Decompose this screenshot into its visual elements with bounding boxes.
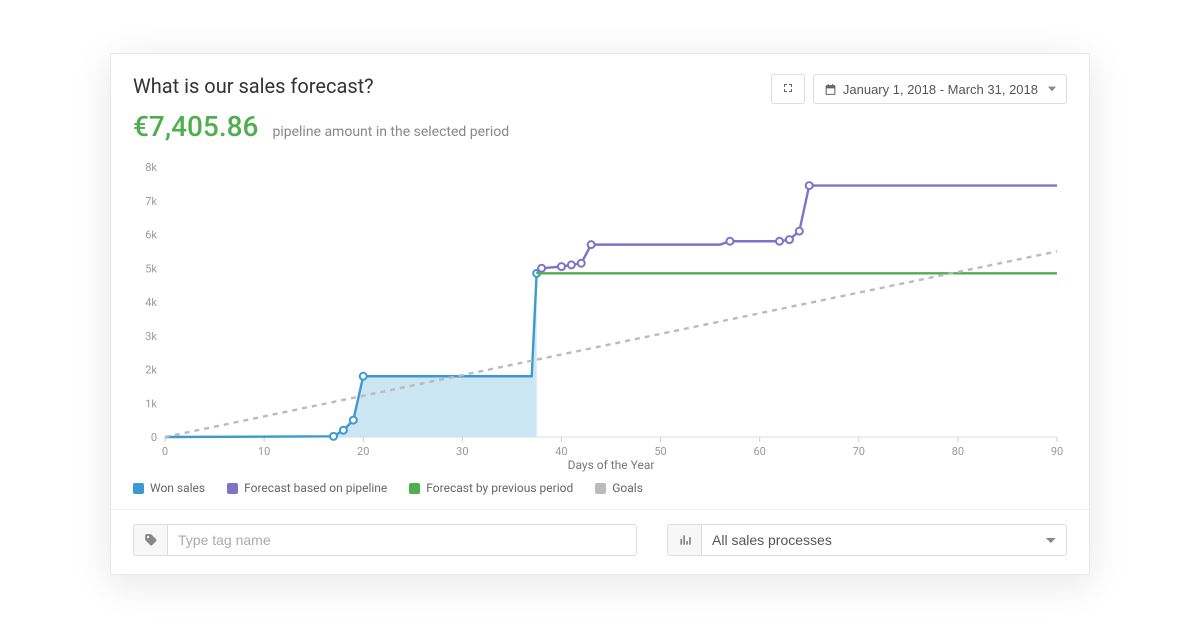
metric-label: pipeline amount in the selected period xyxy=(272,124,509,140)
metric-value: €7,405.86 xyxy=(133,110,258,143)
legend-swatch xyxy=(409,483,420,494)
chart-bars-icon xyxy=(667,524,701,556)
tag-input[interactable] xyxy=(167,524,637,556)
svg-text:40: 40 xyxy=(555,445,567,458)
tag-input-group xyxy=(133,524,637,556)
tag-icon xyxy=(133,524,167,556)
calendar-icon xyxy=(824,83,837,96)
svg-text:0: 0 xyxy=(162,445,168,458)
svg-text:10: 10 xyxy=(258,445,270,458)
metric-row: €7,405.86 pipeline amount in the selecte… xyxy=(133,110,1067,143)
svg-text:30: 30 xyxy=(456,445,468,458)
svg-text:Days of the Year: Days of the Year xyxy=(568,458,655,472)
legend-item: Goals xyxy=(595,481,643,495)
svg-text:4k: 4k xyxy=(145,296,157,309)
date-range-text: January 1, 2018 - March 31, 2018 xyxy=(843,82,1038,97)
svg-text:1k: 1k xyxy=(145,397,157,410)
svg-text:80: 80 xyxy=(952,445,964,458)
legend-swatch xyxy=(595,483,606,494)
svg-text:8k: 8k xyxy=(145,161,157,174)
forecast-chart: 0 1k 2k 3k 4k 5k 6k 7k 8k 0 10 20 30 40 50 60 70 80 90 Days… xyxy=(133,161,1067,471)
legend-label: Forecast by previous period xyxy=(426,481,573,495)
title-block: What is our sales forecast? xyxy=(133,74,374,98)
legend-swatch xyxy=(133,483,144,494)
process-select-group: All sales processes xyxy=(667,524,1067,556)
process-select[interactable]: All sales processes xyxy=(701,524,1067,556)
footer-row: All sales processes xyxy=(133,524,1067,556)
svg-text:6k: 6k xyxy=(145,229,157,242)
svg-text:3k: 3k xyxy=(145,330,157,343)
caret-down-icon xyxy=(1048,85,1056,93)
legend-swatch xyxy=(227,483,238,494)
expand-button[interactable] xyxy=(771,74,805,104)
svg-text:90: 90 xyxy=(1051,445,1063,458)
svg-text:70: 70 xyxy=(853,445,865,458)
divider xyxy=(111,509,1089,510)
legend-label: Won sales xyxy=(150,481,205,495)
svg-text:0: 0 xyxy=(151,431,157,444)
legend-item: Forecast based on pipeline xyxy=(227,481,387,495)
expand-icon xyxy=(782,82,794,97)
page-title: What is our sales forecast? xyxy=(133,74,374,98)
svg-text:20: 20 xyxy=(357,445,369,458)
svg-text:7k: 7k xyxy=(145,195,157,208)
svg-text:50: 50 xyxy=(654,445,666,458)
dashboard-card: What is our sales forecast? January 1, 2… xyxy=(110,53,1090,575)
header-row: What is our sales forecast? January 1, 2… xyxy=(133,74,1067,104)
svg-text:5k: 5k xyxy=(145,262,157,275)
legend-label: Forecast based on pipeline xyxy=(244,481,387,495)
legend-item: Won sales xyxy=(133,481,205,495)
chart-legend: Won sales Forecast based on pipeline Forec… xyxy=(133,481,1067,495)
header-controls: January 1, 2018 - March 31, 2018 xyxy=(771,74,1067,104)
legend-label: Goals xyxy=(612,481,643,495)
legend-item: Forecast by previous period xyxy=(409,481,573,495)
svg-text:2k: 2k xyxy=(145,364,157,377)
chart-area: 0 1k 2k 3k 4k 5k 6k 7k 8k 0 10 20 30 40 50 60 70 80 90 Days… xyxy=(133,161,1067,471)
svg-text:60: 60 xyxy=(753,445,765,458)
date-range-button[interactable]: January 1, 2018 - March 31, 2018 xyxy=(813,74,1067,104)
